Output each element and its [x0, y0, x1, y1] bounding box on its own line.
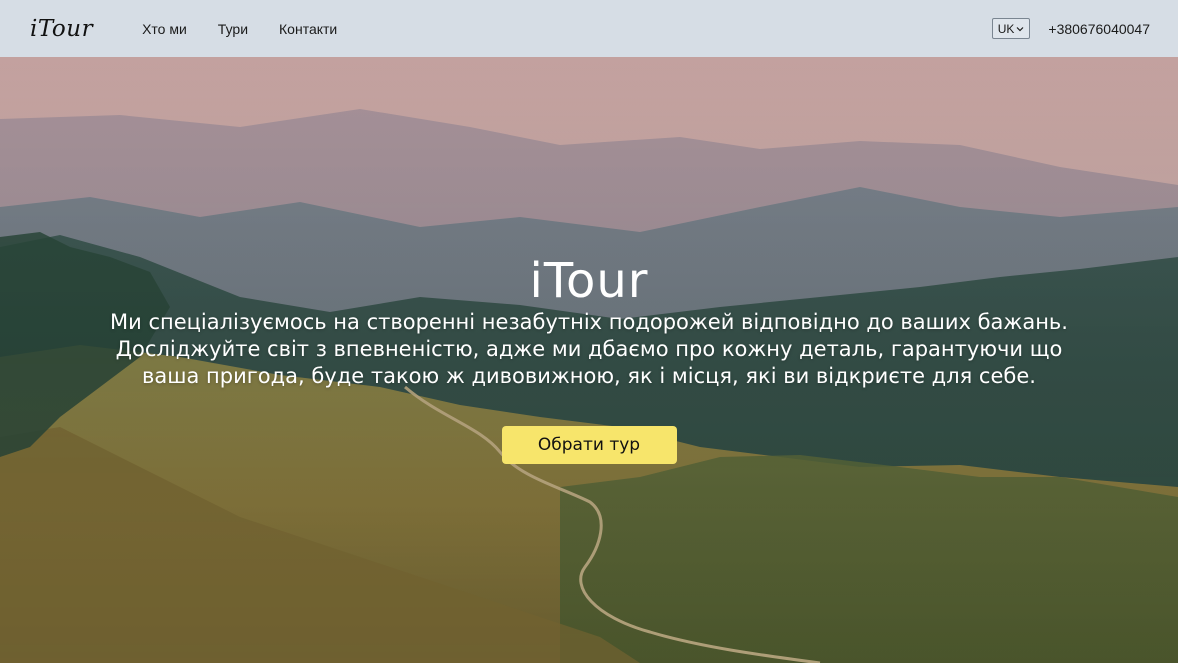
site-logo[interactable]: iTour	[30, 16, 93, 42]
main-nav: Хто ми Тури Контакти	[142, 21, 368, 37]
language-select[interactable]: UK	[991, 18, 1031, 39]
hero-content: iTour Ми спеціалізуємось на створенні не…	[0, 57, 1178, 663]
choose-tour-button[interactable]: Обрати тур	[501, 426, 677, 464]
nav-link-about[interactable]: Хто ми	[142, 21, 187, 37]
chevron-down-icon	[1016, 26, 1024, 31]
language-value: UK	[997, 21, 1015, 36]
top-navbar: iTour Хто ми Тури Контакти UK +380676040…	[0, 0, 1178, 57]
hero-brand-title: iTour	[529, 253, 649, 309]
phone-number[interactable]: +380676040047	[1048, 21, 1150, 37]
nav-link-tours[interactable]: Тури	[218, 21, 248, 37]
nav-link-contacts[interactable]: Контакти	[279, 21, 337, 37]
hero-section: iTour Ми спеціалізуємось на створенні не…	[0, 57, 1178, 663]
nav-right-group: UK +380676040047	[991, 18, 1150, 39]
hero-description: Ми спеціалізуємось на створенні незабутн…	[110, 310, 1068, 388]
